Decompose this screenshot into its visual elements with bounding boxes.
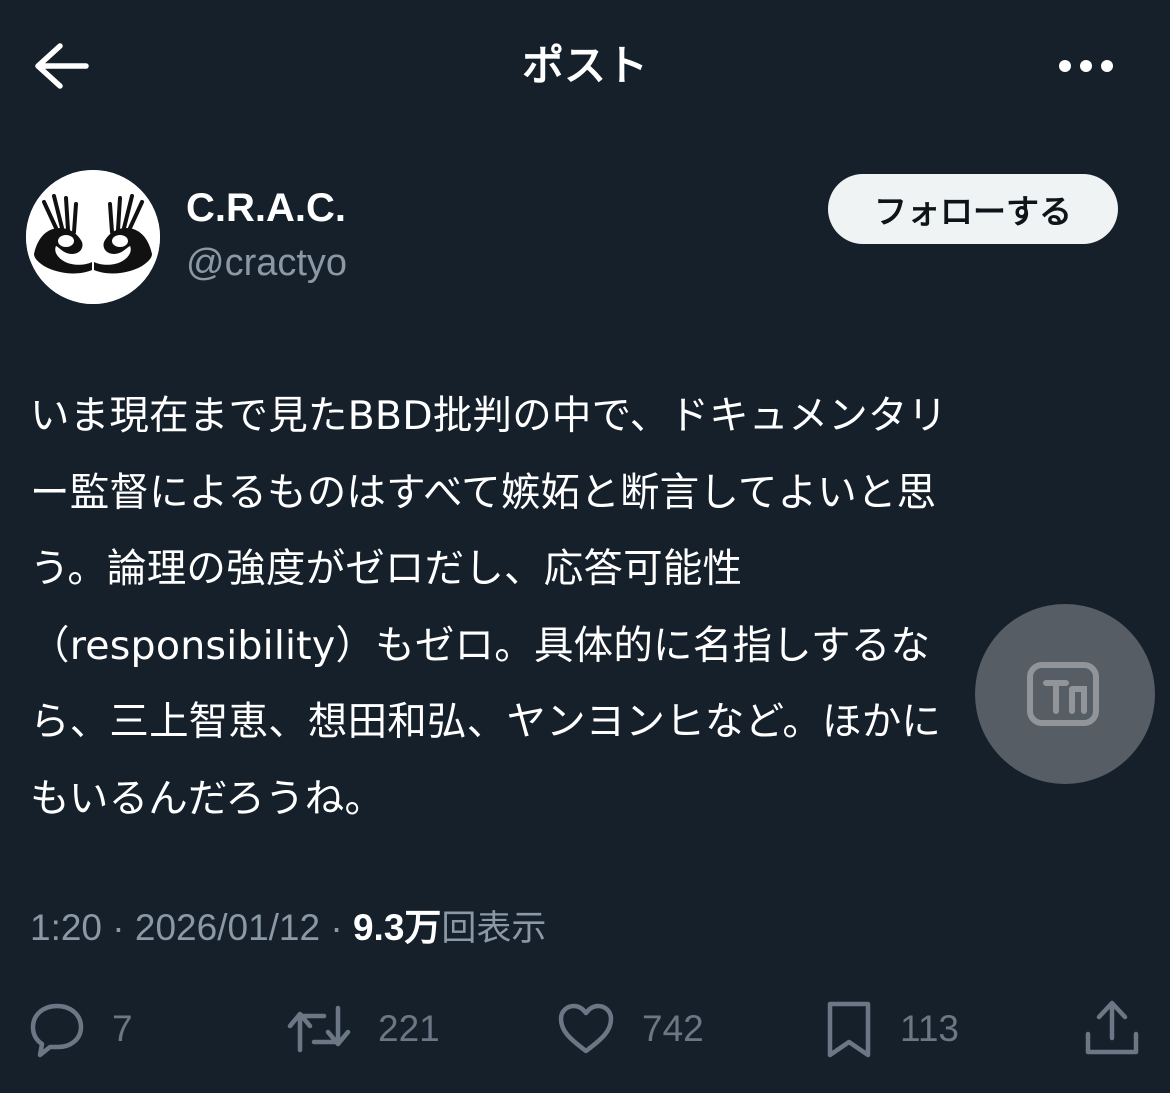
views-label: 回表示 (441, 909, 547, 949)
like-button[interactable]: 742 (556, 998, 704, 1060)
top-bar: ポスト (0, 0, 1170, 132)
repost-icon (287, 1005, 351, 1053)
author-handle: @cractyo (186, 242, 348, 284)
follow-button[interactable]: フォローする (828, 174, 1118, 244)
page-title: ポスト (521, 41, 648, 90)
meta-separator: · (112, 907, 125, 948)
meta-separator: · (330, 907, 343, 948)
post-meta: 1:20 · 2026/01/12 · 9.3万回表示 (30, 900, 546, 957)
share-icon (1085, 1000, 1139, 1055)
post-text-line: いま現在まで見たBBD批判の中で、ドキュメンタリ (30, 393, 948, 439)
post-date: 2026/01/12 (134, 907, 321, 948)
bookmark-button[interactable]: 113 (824, 998, 959, 1060)
views-count[interactable]: 9.3万 (353, 907, 441, 948)
avatar[interactable] (26, 170, 160, 304)
repost-count: 221 (378, 1008, 440, 1049)
reply-count: 7 (112, 1008, 133, 1049)
post-text-line: （responsibility）もゼロ。具体的に名指しするな (30, 622, 931, 669)
translate-overlay-icon (1027, 662, 1099, 726)
post-text: いま現在まで見たBBD批判の中で、ドキュメンタリ ー監督によるものはすべて嫉妬と… (30, 378, 1140, 837)
like-count: 742 (642, 1008, 704, 1049)
post-time: 1:20 (30, 907, 103, 948)
comment-icon (30, 1003, 84, 1058)
reply-button[interactable]: 7 (28, 998, 133, 1060)
author-display-name[interactable]: C.R.A.C. (186, 180, 346, 236)
more-dots-icon (1059, 60, 1113, 72)
post-text-line: もいるんだろうね。 (30, 775, 385, 822)
repost-button[interactable]: 221 (286, 998, 440, 1060)
bookmark-icon (827, 1001, 871, 1058)
avatar-hands-logo (26, 170, 160, 304)
more-options-button[interactable] (1050, 44, 1122, 88)
post-text-line: ー監督によるものはすべて嫉妬と断言してよいと思 (30, 469, 937, 516)
post-detail-page: ポスト C.R.A.C. @cractyo フォローする いま現在まで見たBBD… (0, 0, 1170, 1093)
post-text-line: う。論理の強度がゼロだし、応答可能性 (30, 546, 743, 592)
heart-icon (558, 1003, 614, 1054)
share-button[interactable] (1082, 998, 1142, 1060)
floating-assist-button[interactable] (975, 604, 1155, 784)
post-text-line: ら、三上智恵、想田和弘、ヤンヨンヒなど。ほかに (30, 699, 942, 745)
bookmark-count: 113 (900, 1008, 959, 1049)
